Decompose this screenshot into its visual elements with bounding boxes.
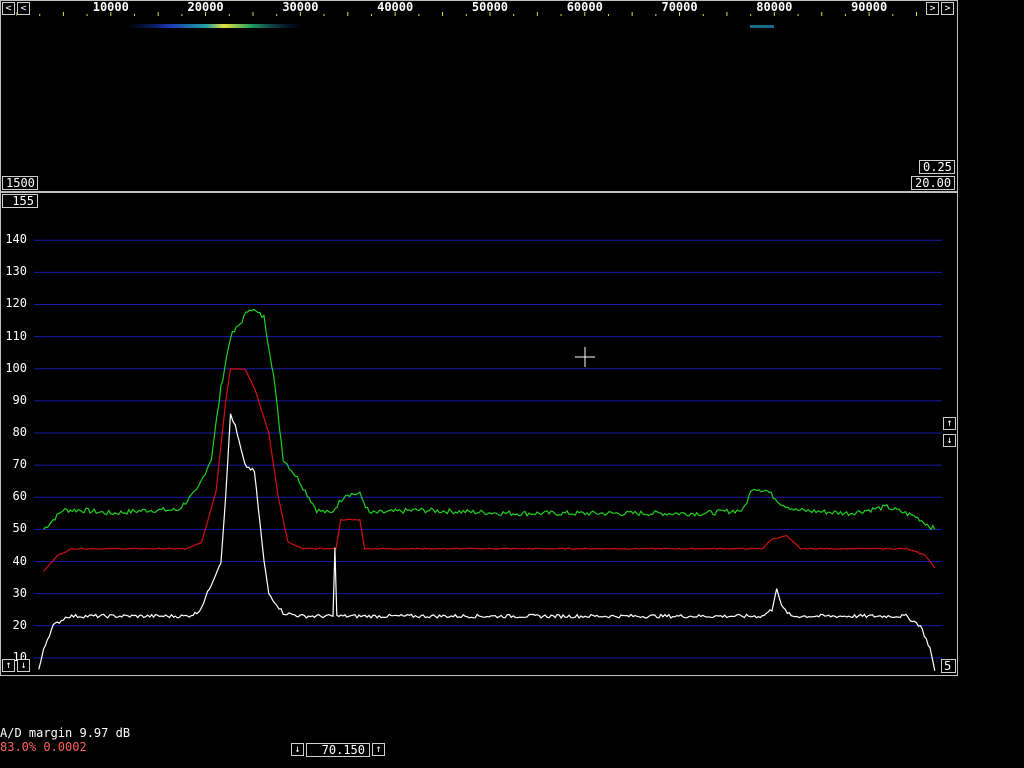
scroll-right-fine-button[interactable]: > <box>926 2 939 15</box>
chevron-right-icon: > <box>944 3 951 14</box>
spectrum-avg-box[interactable]: 5 <box>941 659 956 673</box>
freq-down-button[interactable]: ↓ <box>291 743 304 756</box>
crosshair-icon <box>575 347 595 367</box>
spectrum-offset-down-button[interactable]: ↓ <box>17 659 30 672</box>
waterfall-zero-box[interactable]: 20.00 <box>911 176 955 190</box>
frequency-label: 30000 <box>282 0 319 14</box>
frequency-label: 50000 <box>471 0 509 14</box>
frequency-label: 90000 <box>851 0 888 14</box>
waterfall-display <box>125 24 774 28</box>
spectrum-trace-2 <box>43 367 936 572</box>
arrow-down-icon: ↓ <box>946 435 953 446</box>
freq-value-text: 70.150 <box>321 743 365 757</box>
spectrum-scale-down-button[interactable]: ↓ <box>943 434 956 447</box>
arrow-down-icon: ↓ <box>294 744 301 755</box>
waterfall-zero-text: 20.00 <box>915 176 952 190</box>
frequency-label: 60000 <box>566 0 603 14</box>
frequency-labels: 10000 20000 30000 40000 50000 60000 70000 80000… <box>16 0 926 16</box>
waterfall-gain-text: 0.25 <box>923 160 952 174</box>
spectrum-trace-3 <box>38 413 936 671</box>
arrow-up-icon: ↑ <box>946 418 953 429</box>
waterfall-signal-weak <box>750 25 774 28</box>
load-status: 83.0% 0.0002 <box>0 740 87 754</box>
spectrum-scale-up-button[interactable]: ↑ <box>943 417 956 430</box>
freq-value-box[interactable]: 70.150 <box>306 743 370 757</box>
chevron-right-icon: > <box>929 3 936 14</box>
spectrum-avg-text: 5 <box>944 659 952 673</box>
frequency-scale: 10000 20000 30000 40000 50000 60000 70000 80000… <box>16 0 926 16</box>
waterfall-signal-strong <box>125 24 305 28</box>
spectrum-trace-1 <box>43 308 936 531</box>
spectrum-offset-up-button[interactable]: ↑ <box>2 659 15 672</box>
frequency-label: 40000 <box>377 0 414 14</box>
frequency-label: 80000 <box>756 0 793 14</box>
arrow-up-icon: ↑ <box>375 744 382 755</box>
arrow-down-icon: ↓ <box>20 660 27 671</box>
frequency-label: 20000 <box>187 0 224 14</box>
ad-margin-status: A/D margin 9.97 dB <box>0 726 131 740</box>
waterfall-gain-box[interactable]: 0.25 <box>919 160 955 174</box>
freq-up-button[interactable]: ↑ <box>372 743 385 756</box>
frequency-label: 70000 <box>661 0 698 14</box>
scroll-right-button[interactable]: > <box>941 2 954 15</box>
spectrum-chart <box>34 239 942 671</box>
arrow-up-icon: ↑ <box>5 660 12 671</box>
frequency-label: 10000 <box>92 0 129 14</box>
